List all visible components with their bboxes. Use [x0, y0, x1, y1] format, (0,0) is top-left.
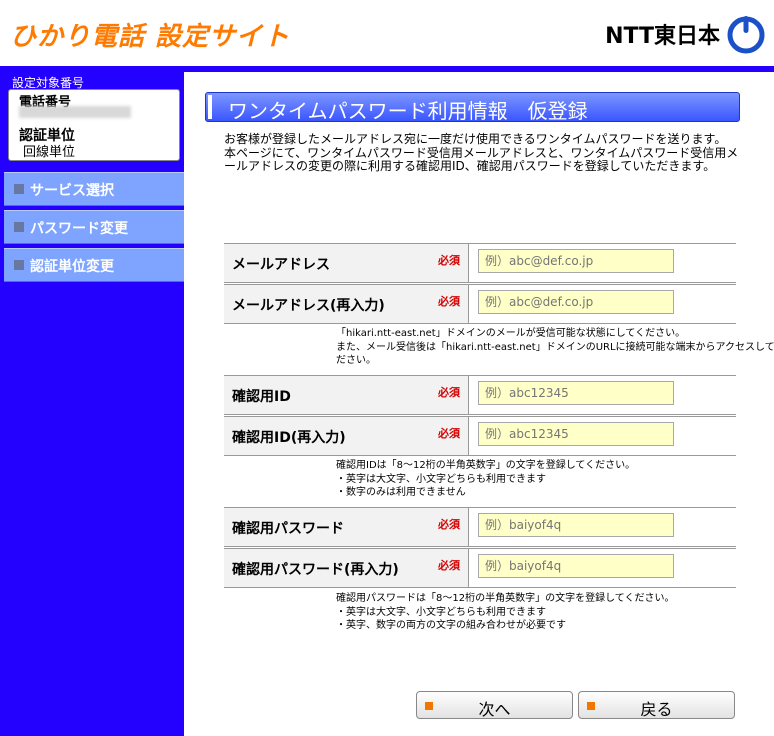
note-line: 「hikari.ntt-east.net」ドメインのメールが受信可能な状態にして… [336, 328, 686, 339]
field-label: 確認用ID [232, 389, 291, 405]
sidebar-item-label: パスワード変更 [30, 221, 128, 237]
field-label: メールアドレス [232, 257, 330, 273]
phone-number-value-redacted [19, 106, 131, 118]
required-badge: 必須 [438, 295, 460, 308]
confirm-password-input[interactable] [478, 513, 674, 537]
intro-text: お客様が登録したメールアドレス宛に一度だけ使用できるワンタイムパスワードを送りま… [224, 132, 749, 174]
auth-unit-value: 回線単位 [23, 145, 76, 160]
page-title: ワンタイムパスワード利用情報 仮登録 [228, 99, 588, 123]
site-title: ひかり電話 設定サイト [10, 22, 291, 52]
id-note: 確認用IDは「8～12桁の半角英数字」の文字を登録してください。 ・英字は大文字… [336, 459, 635, 500]
sidebar-item-auth-unit-change[interactable]: 認証単位変更 [4, 248, 184, 282]
form-row-confirm-id-reenter: 確認用ID(再入力) 必須 [224, 416, 736, 456]
ntt-east-logo: NTT東日本 [605, 14, 766, 54]
confirm-id-reenter-input[interactable] [478, 422, 674, 446]
field-label: 確認用パスワード(再入力) [232, 562, 399, 578]
next-button[interactable]: 次へ [416, 691, 573, 719]
field-label: 確認用パスワード [232, 521, 344, 537]
field-label: メールアドレス(再入力) [232, 298, 385, 314]
note-line: ・数字のみは利用できません [336, 487, 466, 498]
back-button[interactable]: 戻る [578, 691, 735, 719]
note-line: 確認用パスワードは「8～12桁の半角英数字」の文字を登録してください。 [336, 593, 675, 604]
title-accent [208, 95, 212, 119]
field-label-cell: 確認用パスワード 必須 [224, 508, 469, 546]
intro-paragraph: お客様が登録したメールアドレス宛に一度だけ使用できるワンタイムパスワードを送りま… [224, 132, 727, 146]
email-confirm-input[interactable] [478, 290, 674, 314]
note-line: 確認用IDは「8～12桁の半角英数字」の文字を登録してください。 [336, 460, 636, 471]
sidebar: 設定対象番号 電話番号 認証単位 回線単位 サービス選択 パスワード変更 認証単… [0, 72, 184, 736]
bullet-square-icon [14, 222, 24, 232]
note-line: ださい。 [336, 355, 376, 366]
next-button-label: 次へ [478, 700, 511, 719]
field-label-cell: メールアドレス(再入力) 必須 [224, 285, 469, 323]
intro-paragraph: 本ページにて、ワンタイムパスワード受信用メールアドレスと、ワンタイムパスワード受… [224, 145, 739, 173]
note-line: ・英字は大文字、小文字どちらも利用できます [336, 606, 546, 618]
back-button-label: 戻る [640, 700, 673, 719]
sidebar-item-label: 認証単位変更 [30, 259, 114, 275]
required-badge: 必須 [438, 254, 460, 267]
sidebar-item-password-change[interactable]: パスワード変更 [4, 210, 184, 244]
password-note: 確認用パスワードは「8～12桁の半角英数字」の文字を登録してください。 ・英字は… [336, 592, 675, 633]
logo-text: NTT東日本 [605, 24, 720, 49]
note-line: ・英字は大文字、小文字どちらも利用できます [336, 473, 546, 485]
email-note: 「hikari.ntt-east.net」ドメインのメールが受信可能な状態にして… [336, 327, 774, 368]
required-badge: 必須 [438, 518, 460, 531]
page-title-bar: ワンタイムパスワード利用情報 仮登録 [205, 92, 740, 123]
sidebar-item-service-select[interactable]: サービス選択 [4, 172, 184, 206]
field-label: 確認用ID(再入力) [232, 430, 346, 446]
header: ひかり電話 設定サイト NTT東日本 [0, 0, 774, 66]
form-row-confirm-password-reenter: 確認用パスワード(再入力) 必須 [224, 548, 736, 588]
bullet-square-icon [14, 260, 24, 270]
required-badge: 必須 [438, 559, 460, 572]
form-row-confirm-id: 確認用ID 必須 [224, 375, 736, 415]
required-badge: 必須 [438, 386, 460, 399]
ntt-logo-icon [727, 16, 765, 54]
field-label-cell: メールアドレス 必須 [224, 244, 469, 282]
required-badge: 必須 [438, 427, 460, 440]
field-label-cell: 確認用ID 必須 [224, 376, 469, 414]
target-info-box: 電話番号 認証単位 回線単位 [8, 89, 180, 161]
bullet-square-icon [14, 184, 24, 194]
email-input[interactable] [478, 249, 674, 273]
field-label-cell: 確認用パスワード(再入力) 必須 [224, 549, 469, 587]
form-row-email-confirm: メールアドレス(再入力) 必須 [224, 284, 736, 324]
field-label-cell: 確認用ID(再入力) 必須 [224, 417, 469, 455]
note-line: また、メール受信後は「hikari.ntt-east.net」ドメインのURLに… [336, 341, 774, 353]
confirm-id-input[interactable] [478, 381, 674, 405]
form-row-email: メールアドレス 必須 [224, 243, 736, 283]
note-line: ・英字、数字の両方の文字の組み合わせが必要です [336, 620, 566, 631]
sidebar-item-label: サービス選択 [30, 183, 114, 199]
confirm-password-reenter-input[interactable] [478, 554, 674, 578]
form-row-confirm-password: 確認用パスワード 必須 [224, 507, 736, 547]
